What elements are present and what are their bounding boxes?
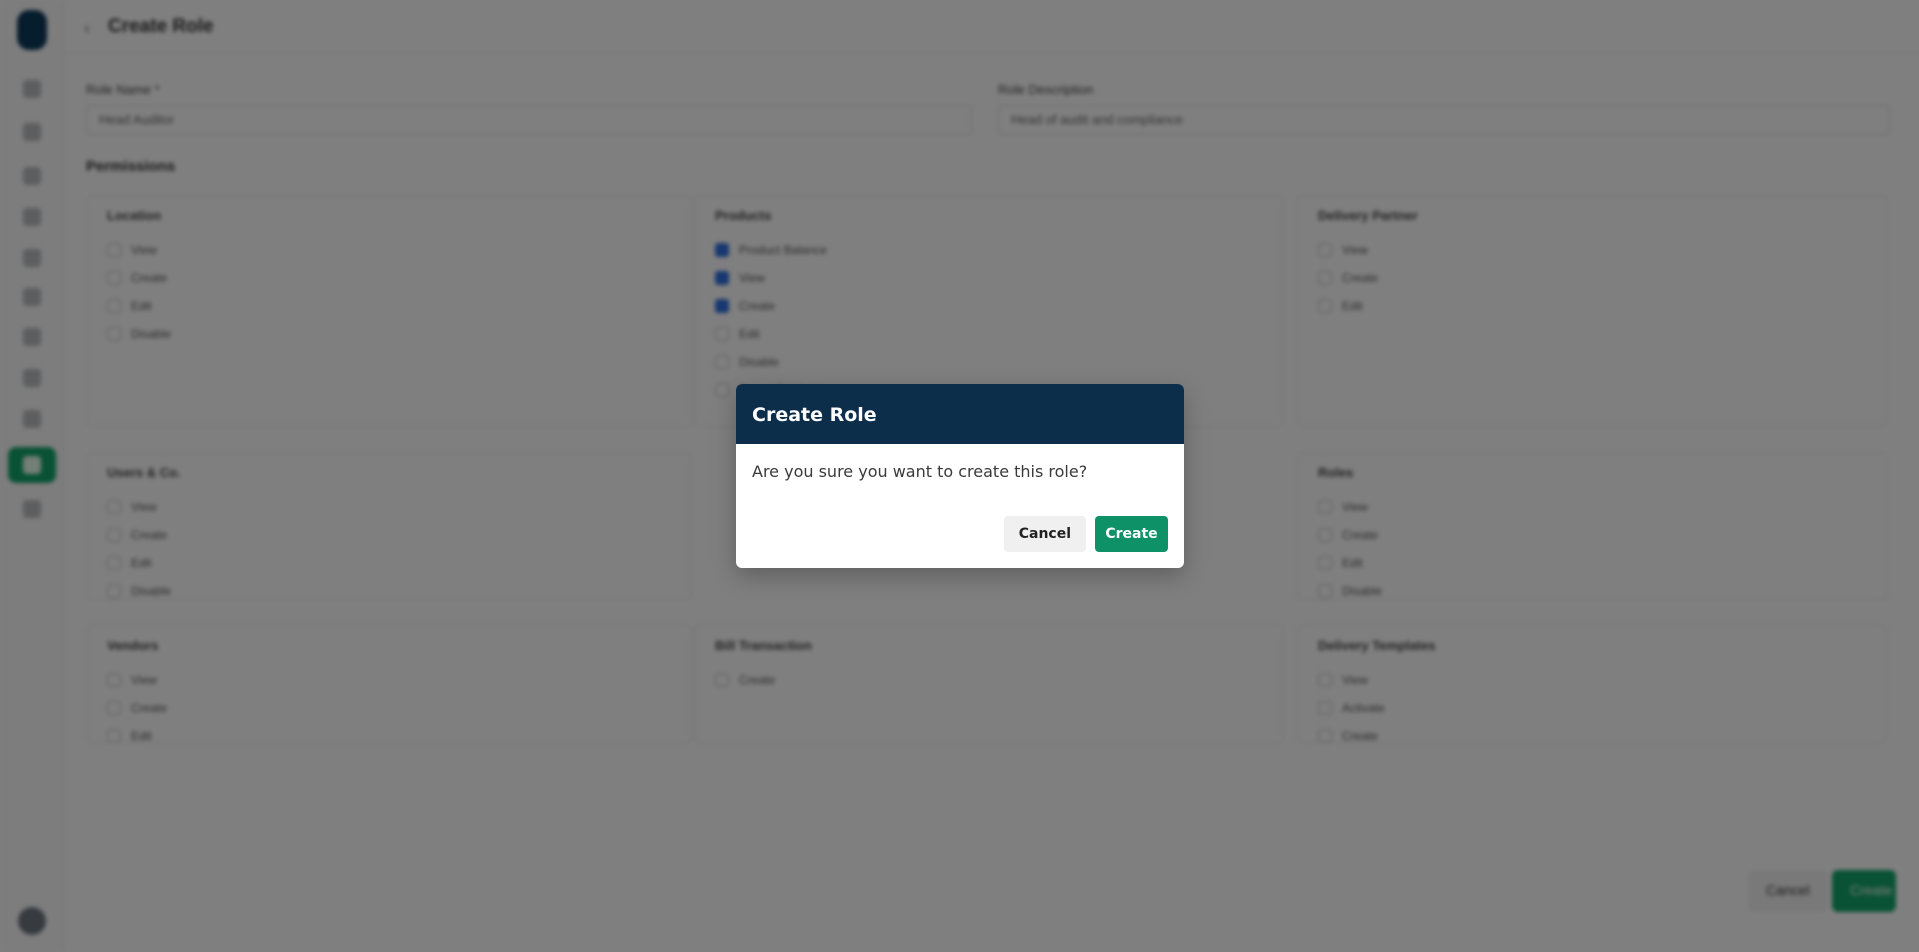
- dialog-cancel-button[interactable]: Cancel: [1003, 516, 1086, 552]
- dialog-create-button[interactable]: Create: [1095, 516, 1168, 552]
- dialog-body: Are you sure you want to create this rol…: [736, 444, 1184, 481]
- dialog-title: Create Role: [752, 404, 877, 426]
- dialog-actions: Cancel Create: [1003, 516, 1168, 552]
- dialog-header: Create Role: [736, 384, 1184, 444]
- dialog-message: Are you sure you want to create this rol…: [752, 462, 1088, 481]
- confirm-create-role-dialog: Create Role Are you sure you want to cre…: [736, 384, 1184, 568]
